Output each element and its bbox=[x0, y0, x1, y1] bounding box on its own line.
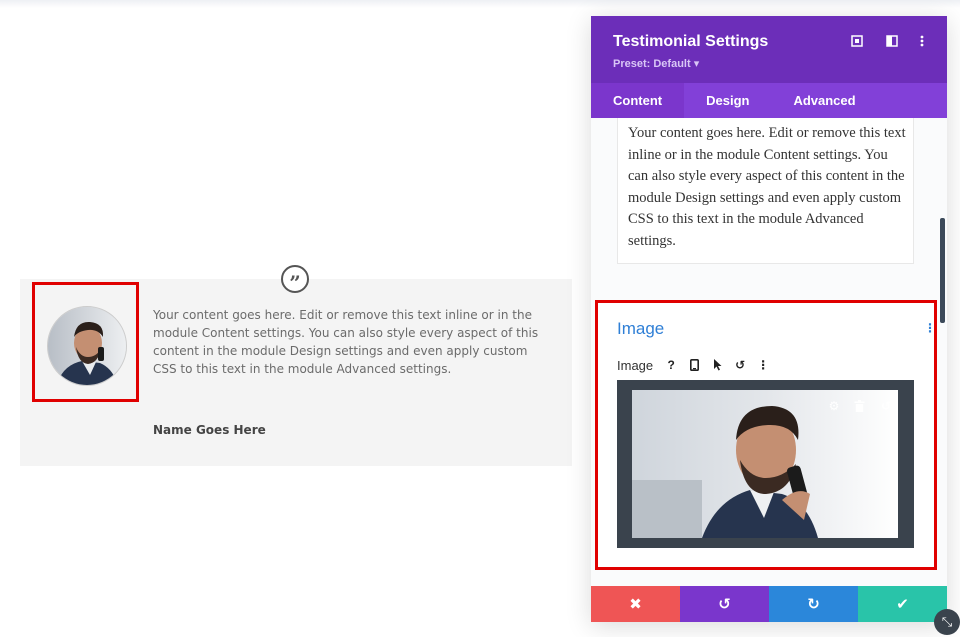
image-section: Image ⋮ Image ? ↺ ⋮ bbox=[595, 300, 937, 570]
image-section-title[interactable]: Image bbox=[617, 319, 664, 339]
panel-footer: ✖ ↺ ↻ ✔ bbox=[591, 586, 947, 622]
expand-icon[interactable] bbox=[850, 34, 864, 48]
responsive-icon[interactable] bbox=[687, 357, 701, 373]
discard-button[interactable]: ✖ bbox=[591, 586, 680, 622]
preset-selector[interactable]: Preset: Default ▾ bbox=[613, 57, 699, 70]
save-button[interactable]: ✔ bbox=[858, 586, 947, 622]
settings-panel: Testimonial Settings Preset: Default ▾ C… bbox=[591, 16, 947, 622]
close-icon: ✖ bbox=[629, 595, 642, 613]
redo-button[interactable]: ↻ bbox=[769, 586, 858, 622]
tab-content[interactable]: Content bbox=[591, 83, 684, 118]
reset-icon[interactable]: ↺ bbox=[879, 399, 893, 413]
resize-handle-icon[interactable]: ⤡ bbox=[934, 609, 960, 635]
redo-icon: ↻ bbox=[807, 595, 820, 613]
tab-design[interactable]: Design bbox=[684, 83, 771, 118]
testimonial-body[interactable]: Your content goes here. Edit or remove t… bbox=[153, 306, 548, 378]
split-view-icon[interactable] bbox=[885, 34, 899, 48]
testimonial-author-name[interactable]: Name Goes Here bbox=[153, 423, 266, 437]
image-preview[interactable]: ⚙ ↺ bbox=[617, 380, 914, 548]
panel-title: Testimonial Settings bbox=[613, 33, 768, 51]
panel-header[interactable]: Testimonial Settings Preset: Default ▾ bbox=[591, 16, 947, 83]
section-more-icon[interactable]: ⋮ bbox=[924, 321, 936, 335]
more-options-icon[interactable] bbox=[915, 34, 929, 48]
quote-icon: ” bbox=[281, 265, 309, 293]
reset-icon[interactable]: ↺ bbox=[733, 357, 747, 373]
image-field-label-row: Image ? ↺ ⋮ bbox=[617, 357, 770, 373]
body-editor[interactable]: Your content goes here. Edit or remove t… bbox=[617, 118, 914, 264]
panel-tabs: Content Design Advanced bbox=[591, 83, 947, 118]
help-icon[interactable]: ? bbox=[664, 357, 678, 373]
image-field-label: Image bbox=[617, 358, 653, 373]
undo-button[interactable]: ↺ bbox=[680, 586, 769, 622]
undo-icon: ↺ bbox=[718, 595, 731, 613]
builder-top-bar bbox=[0, 0, 960, 8]
panel-scroll-area[interactable]: Your content goes here. Edit or remove t… bbox=[591, 118, 947, 586]
body-editor-text[interactable]: Your content goes here. Edit or remove t… bbox=[628, 123, 908, 252]
panel-scrollbar[interactable] bbox=[940, 218, 945, 323]
portrait-image bbox=[48, 307, 127, 386]
delete-icon[interactable] bbox=[852, 399, 866, 413]
settings-icon[interactable]: ⚙ bbox=[827, 399, 841, 413]
checkmark-icon: ✔ bbox=[896, 595, 909, 613]
author-portrait[interactable] bbox=[47, 306, 127, 386]
tab-advanced[interactable]: Advanced bbox=[771, 83, 877, 118]
more-icon[interactable]: ⋮ bbox=[756, 357, 770, 373]
hover-icon[interactable] bbox=[710, 357, 724, 373]
